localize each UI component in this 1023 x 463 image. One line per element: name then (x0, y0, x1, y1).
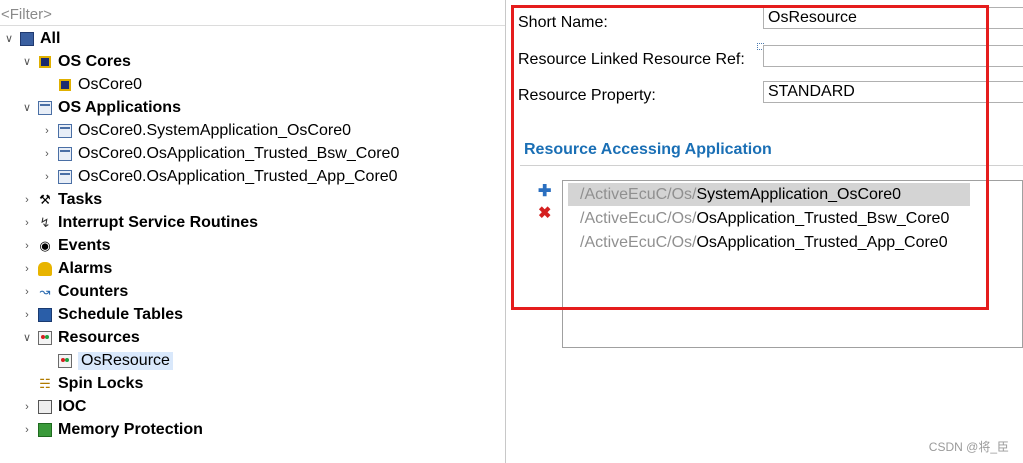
tree-label: OS Applications (58, 98, 181, 116)
tree-node-system-application[interactable]: › OsCore0.SystemApplication_OsCore0 (40, 119, 351, 142)
tree-node-isr[interactable]: › ↯ Interrupt Service Routines (20, 211, 258, 234)
chevron-right-icon[interactable]: › (40, 119, 54, 142)
chevron-right-icon[interactable]: › (40, 142, 54, 165)
chevron-right-icon[interactable]: › (20, 395, 34, 418)
tree-label: OS Cores (58, 52, 131, 70)
lightning-icon: ↯ (39, 214, 51, 230)
memory-protection-icon (38, 422, 52, 437)
tree-label: Resources (58, 328, 140, 346)
tree-label: Schedule Tables (58, 305, 184, 323)
chevron-down-icon[interactable]: ∨ (2, 27, 16, 50)
filter-input[interactable]: <Filter> (0, 4, 505, 26)
tree-node-oscore0[interactable]: OsCore0 (58, 73, 142, 96)
tree-node-osresource[interactable]: OsResource (58, 349, 173, 372)
tree-node-trusted-bsw[interactable]: › OsCore0.OsApplication_Trusted_Bsw_Core… (40, 142, 399, 165)
highlight-annotation-box (511, 5, 989, 310)
watermark: CSDN @将_臣 (928, 440, 1009, 454)
application-icon (38, 100, 52, 115)
tree-label: Interrupt Service Routines (58, 213, 259, 231)
chevron-right-icon[interactable]: › (20, 211, 34, 234)
chevron-right-icon[interactable]: › (20, 257, 34, 280)
tree-label-selected: OsResource (78, 351, 173, 370)
tree-node-schedule-tables[interactable]: › Schedule Tables (20, 303, 183, 326)
tree-label: OsCore0.OsApplication_Trusted_Bsw_Core0 (78, 144, 400, 162)
tree-node-alarms[interactable]: › Alarms (20, 257, 112, 280)
chevron-down-icon[interactable]: ∨ (20, 50, 34, 73)
tree-label: Tasks (58, 190, 103, 208)
tree-label: OsCore0 (78, 75, 143, 93)
tree-label: Memory Protection (58, 420, 203, 438)
tree-node-all[interactable]: ∨ All (2, 27, 60, 50)
spin-lock-icon: ☵ (39, 375, 51, 391)
tree-label: OsCore0.OsApplication_Trusted_App_Core0 (78, 167, 398, 185)
tree-label: Spin Locks (58, 374, 144, 392)
tree-label: IOC (58, 397, 87, 415)
counter-icon: ↝ (39, 283, 51, 299)
tree-label: Events (58, 236, 111, 254)
tree-node-os-cores[interactable]: ∨ OS Cores (20, 50, 131, 73)
cpu-icon (59, 78, 71, 91)
hammer-icon: ⚒ (39, 191, 51, 207)
resource-icon (38, 330, 52, 345)
application-icon (58, 169, 72, 184)
schedule-table-icon (38, 307, 52, 322)
chevron-right-icon[interactable]: › (20, 418, 34, 441)
ecu-icon (20, 31, 34, 46)
tree-node-os-applications[interactable]: ∨ OS Applications (20, 96, 181, 119)
outline-tree-panel: <Filter> ∨ All ∨ OS Cores OsCore0 ∨ OS A… (0, 0, 505, 463)
tree-node-counters[interactable]: › ↝ Counters (20, 280, 128, 303)
tree-node-trusted-app[interactable]: › OsCore0.OsApplication_Trusted_App_Core… (40, 165, 398, 188)
chevron-right-icon[interactable]: › (20, 303, 34, 326)
chevron-right-icon[interactable]: › (20, 280, 34, 303)
tree-node-spin-locks[interactable]: ☵ Spin Locks (38, 372, 143, 395)
tree-label: Alarms (58, 259, 113, 277)
application-icon (58, 146, 72, 161)
tree-node-events[interactable]: › ◉ Events (20, 234, 110, 257)
chevron-down-icon[interactable]: ∨ (20, 96, 34, 119)
tree-label: All (40, 29, 61, 47)
chevron-down-icon[interactable]: ∨ (20, 326, 34, 349)
ioc-icon (38, 399, 52, 414)
chevron-right-icon[interactable]: › (20, 188, 34, 211)
cpu-icon (39, 55, 51, 68)
tree-label: OsCore0.SystemApplication_OsCore0 (78, 121, 352, 139)
panel-divider[interactable] (505, 0, 506, 463)
application-icon (58, 123, 72, 138)
tree-node-ioc[interactable]: › IOC (20, 395, 86, 418)
bell-icon (38, 261, 52, 276)
event-icon: ◉ (39, 237, 51, 253)
tree-node-memory-protection[interactable]: › Memory Protection (20, 418, 203, 441)
tree-node-resources[interactable]: ∨ Resources (20, 326, 140, 349)
chevron-right-icon[interactable]: › (20, 234, 34, 257)
tree-label: Counters (58, 282, 129, 300)
resource-icon (58, 353, 72, 368)
tree-node-tasks[interactable]: › ⚒ Tasks (20, 188, 102, 211)
chevron-right-icon[interactable]: › (40, 165, 54, 188)
